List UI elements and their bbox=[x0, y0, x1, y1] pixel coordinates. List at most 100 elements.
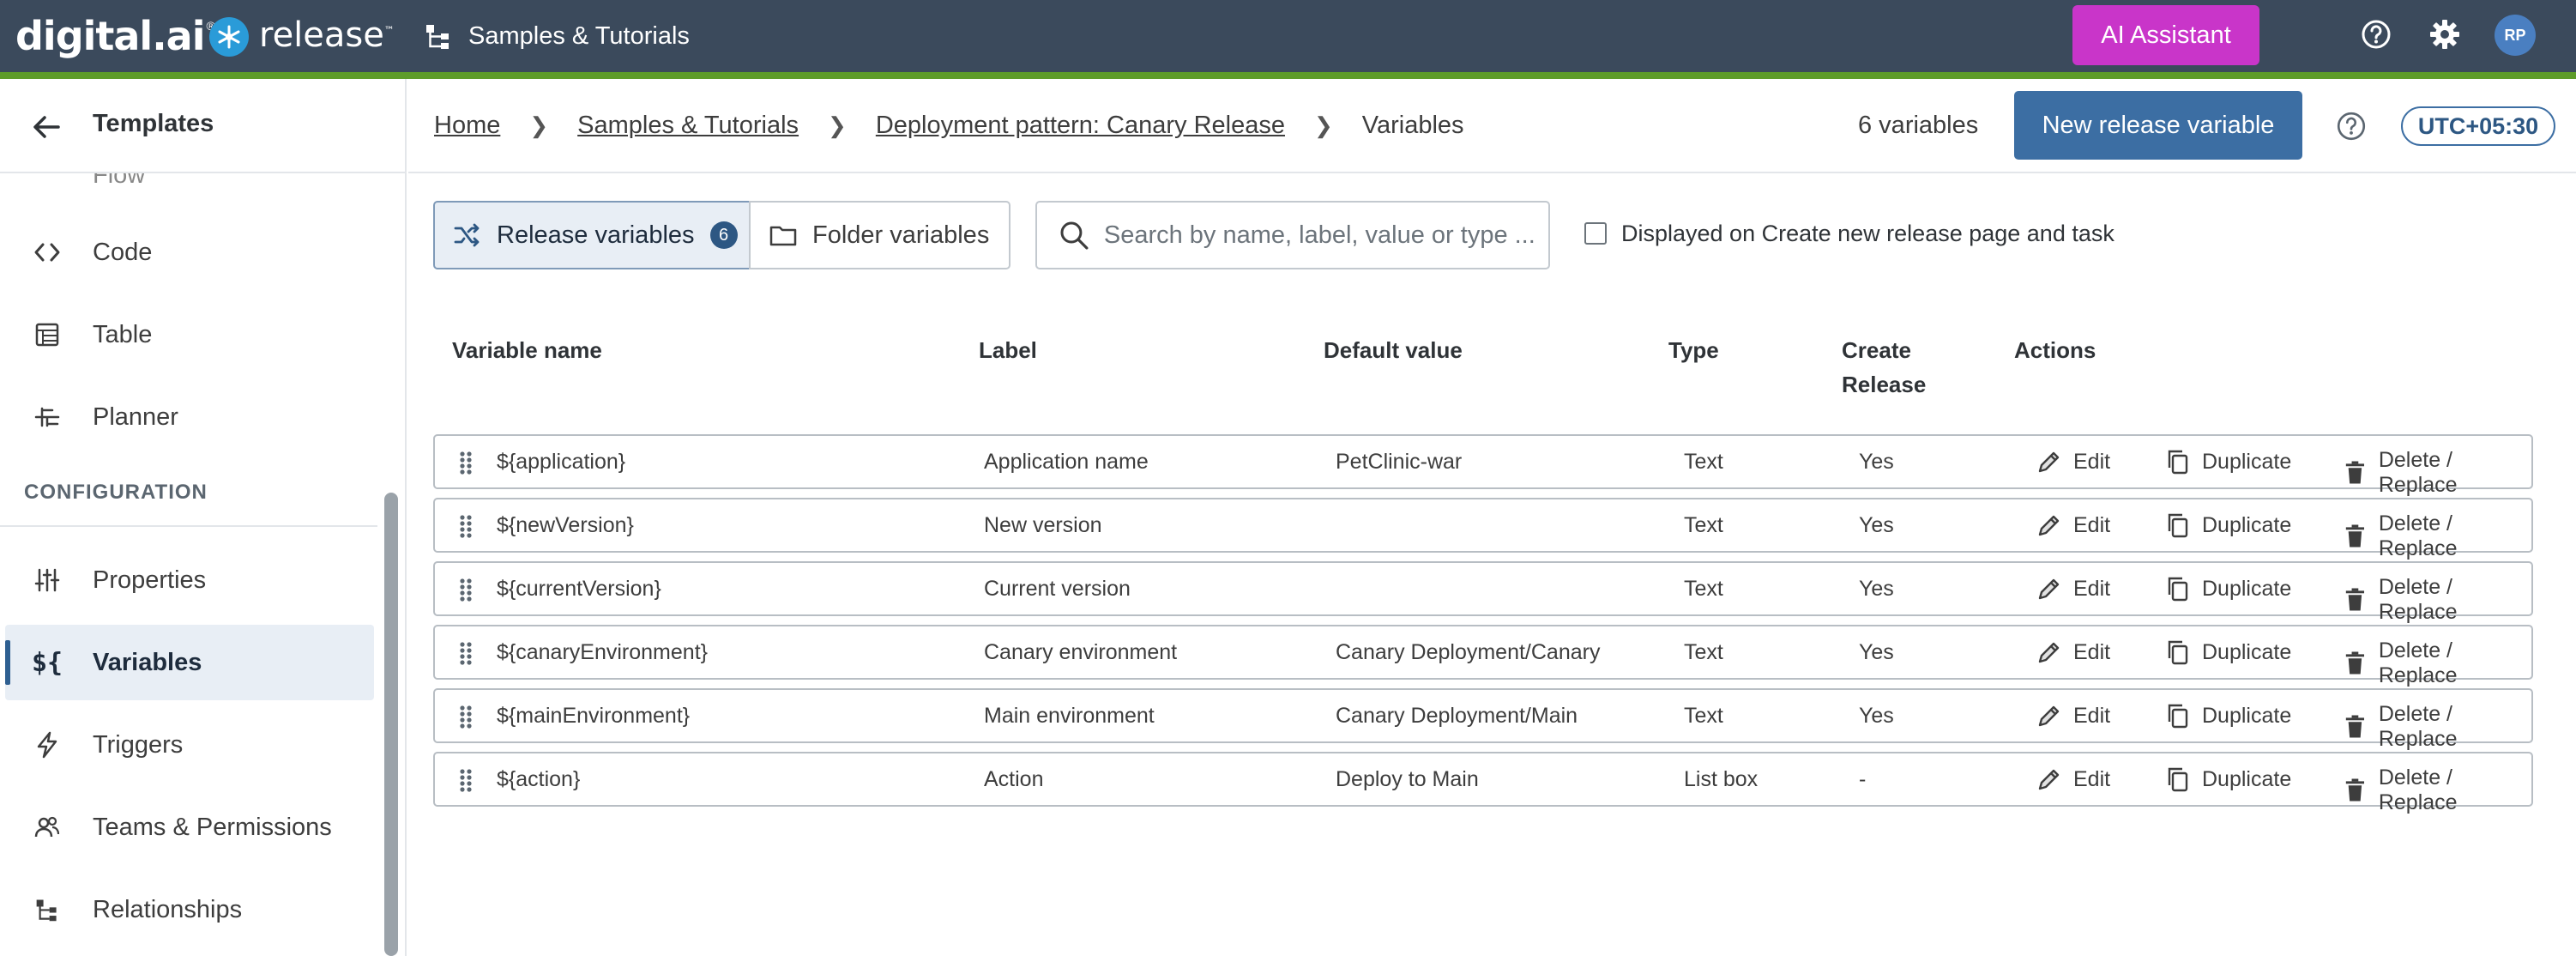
edit-button[interactable]: Edit bbox=[2036, 702, 2110, 729]
tab-folder-variables[interactable]: Folder variables bbox=[749, 201, 1010, 269]
column-actions: Actions bbox=[2014, 337, 2096, 363]
delete-replace-button[interactable]: Delete / Replace bbox=[2342, 575, 2531, 625]
cell-label: New version bbox=[984, 513, 1102, 537]
duplicate-icon bbox=[2168, 640, 2188, 665]
sidebar-item-variables[interactable]: ${ Variables bbox=[5, 625, 374, 700]
new-release-variable-button[interactable]: New release variable bbox=[2014, 91, 2302, 160]
delete-replace-button[interactable]: Delete / Replace bbox=[2342, 702, 2531, 752]
sidebar-item-code[interactable]: Code bbox=[5, 215, 374, 290]
table-row[interactable]: ${mainEnvironment} Main environment Canary… bbox=[433, 688, 2533, 751]
pencil-icon bbox=[2038, 705, 2060, 727]
trash-icon bbox=[2345, 461, 2365, 484]
duplicate-button[interactable]: Duplicate bbox=[2164, 765, 2291, 793]
edit-button[interactable]: Edit bbox=[2036, 575, 2110, 602]
sidebar-item-triggers[interactable]: Triggers bbox=[5, 707, 374, 783]
planner-icon bbox=[31, 401, 63, 433]
edit-button[interactable]: Edit bbox=[2036, 765, 2110, 793]
cell-type: Text bbox=[1684, 450, 1723, 474]
cell-variable-name: ${mainEnvironment} bbox=[497, 704, 691, 728]
digitalai-logo[interactable]: digital.ai ® bbox=[15, 12, 215, 60]
delete-label: Delete / Replace bbox=[2378, 765, 2458, 814]
code-icon bbox=[31, 236, 63, 269]
breadcrumb-current: Variables bbox=[1361, 112, 1464, 139]
breadcrumb-template[interactable]: Deployment pattern: Canary Release bbox=[876, 112, 1285, 140]
help-icon[interactable] bbox=[2359, 17, 2393, 51]
duplicate-button[interactable]: Duplicate bbox=[2164, 448, 2291, 475]
pencil-icon bbox=[2038, 769, 2060, 790]
edit-button[interactable]: Edit bbox=[2036, 448, 2110, 475]
pencil-icon bbox=[2038, 451, 2060, 473]
sidebar-item-planner[interactable]: Planner bbox=[5, 379, 374, 455]
cell-create-release: - bbox=[1859, 767, 1867, 791]
drag-handle-icon[interactable] bbox=[457, 704, 478, 729]
edit-label: Edit bbox=[2073, 449, 2111, 474]
edit-label: Edit bbox=[2073, 703, 2111, 728]
chevron-right-icon: ❯ bbox=[1313, 112, 1333, 138]
edit-button[interactable]: Edit bbox=[2036, 638, 2110, 666]
ai-assistant-button[interactable]: AI Assistant bbox=[2072, 5, 2259, 65]
table-row[interactable]: ${canaryEnvironment} Canary environment Ca… bbox=[433, 625, 2533, 687]
table-row[interactable]: ${newVersion} New version Text Yes Edit Dupli… bbox=[433, 498, 2533, 560]
sidebar-item-label: Relationships bbox=[93, 895, 243, 923]
folder-switcher[interactable]: Samples & Tutorials bbox=[424, 17, 690, 55]
section-configuration: CONFIGURATION bbox=[24, 481, 208, 504]
sidebar-item-relationships[interactable]: Relationships bbox=[5, 872, 374, 947]
delete-replace-button[interactable]: Delete / Replace bbox=[2342, 638, 2531, 688]
breadcrumb-home[interactable]: Home bbox=[434, 112, 500, 140]
product-name: release™ bbox=[259, 15, 395, 55]
pencil-icon bbox=[2038, 515, 2060, 536]
table-row[interactable]: ${application} Application name PetClinic-… bbox=[433, 434, 2533, 497]
duplicate-button[interactable]: Duplicate bbox=[2164, 575, 2291, 602]
breadcrumb-folder[interactable]: Samples & Tutorials bbox=[577, 112, 799, 140]
duplicate-button[interactable]: Duplicate bbox=[2164, 638, 2291, 666]
drag-handle-icon[interactable] bbox=[457, 640, 478, 666]
sidebar-item-teams-permissions[interactable]: Teams & Permissions bbox=[5, 790, 374, 865]
folder-name: Samples & Tutorials bbox=[468, 21, 690, 50]
table-row[interactable]: ${currentVersion} Current version Text Yes E… bbox=[433, 561, 2533, 624]
sidebar-item-label: Properties bbox=[93, 566, 207, 594]
delete-replace-button[interactable]: Delete / Replace bbox=[2342, 511, 2531, 561]
drag-handle-icon[interactable] bbox=[457, 513, 478, 539]
delete-replace-button[interactable]: Delete / Replace bbox=[2342, 448, 2531, 498]
help-icon[interactable] bbox=[2335, 110, 2368, 142]
sidebar-item-properties[interactable]: Properties bbox=[5, 542, 374, 618]
column-create-release: Create Release bbox=[1842, 337, 1927, 397]
sidebar-item-table[interactable]: Table bbox=[5, 297, 374, 372]
gear-icon[interactable] bbox=[2428, 17, 2462, 51]
delete-label: Delete / Replace bbox=[2378, 448, 2458, 497]
duplicate-button[interactable]: Duplicate bbox=[2164, 702, 2291, 729]
duplicate-icon bbox=[2168, 704, 2188, 729]
drag-handle-icon[interactable] bbox=[457, 577, 478, 602]
cell-default-value: Canary Deployment/Main bbox=[1336, 704, 1578, 728]
search-input[interactable] bbox=[1103, 221, 1548, 250]
drag-handle-icon[interactable] bbox=[457, 767, 478, 793]
timezone-badge[interactable]: UTC+05:30 bbox=[2401, 106, 2555, 146]
create-release-filter-checkbox[interactable] bbox=[1584, 222, 1607, 245]
edit-button[interactable]: Edit bbox=[2036, 511, 2110, 539]
cell-type: Text bbox=[1684, 513, 1723, 537]
delete-replace-button[interactable]: Delete / Replace bbox=[2342, 765, 2531, 815]
cell-type: Text bbox=[1684, 577, 1723, 601]
duplicate-icon bbox=[2168, 577, 2188, 602]
edit-label: Edit bbox=[2073, 766, 2111, 791]
trash-icon bbox=[2345, 588, 2365, 611]
trash-icon bbox=[2345, 524, 2365, 548]
arrow-left-icon[interactable] bbox=[29, 110, 63, 144]
hierarchy-icon bbox=[426, 25, 449, 49]
sidebar-scrollbar[interactable] bbox=[384, 493, 398, 956]
avatar[interactable]: RP bbox=[2495, 15, 2536, 56]
chevron-right-icon: ❯ bbox=[828, 112, 847, 138]
release-logo-icon bbox=[209, 17, 249, 57]
drag-handle-icon[interactable] bbox=[457, 450, 478, 475]
cell-create-release: Yes bbox=[1859, 640, 1894, 664]
variable-count: 6 variables bbox=[1858, 112, 1979, 139]
delete-label: Delete / Replace bbox=[2378, 638, 2458, 687]
cell-variable-name: ${application} bbox=[497, 450, 626, 474]
brand-name: digital.ai bbox=[15, 13, 205, 59]
table-row[interactable]: ${action} Action Deploy to Main List box - Ed… bbox=[433, 752, 2533, 814]
cell-default-value: Deploy to Main bbox=[1336, 767, 1479, 791]
duplicate-button[interactable]: Duplicate bbox=[2164, 511, 2291, 539]
chevron-right-icon: ❯ bbox=[529, 112, 549, 138]
edit-label: Edit bbox=[2073, 576, 2111, 601]
tab-release-variables[interactable]: Release variables 6 bbox=[433, 201, 751, 269]
